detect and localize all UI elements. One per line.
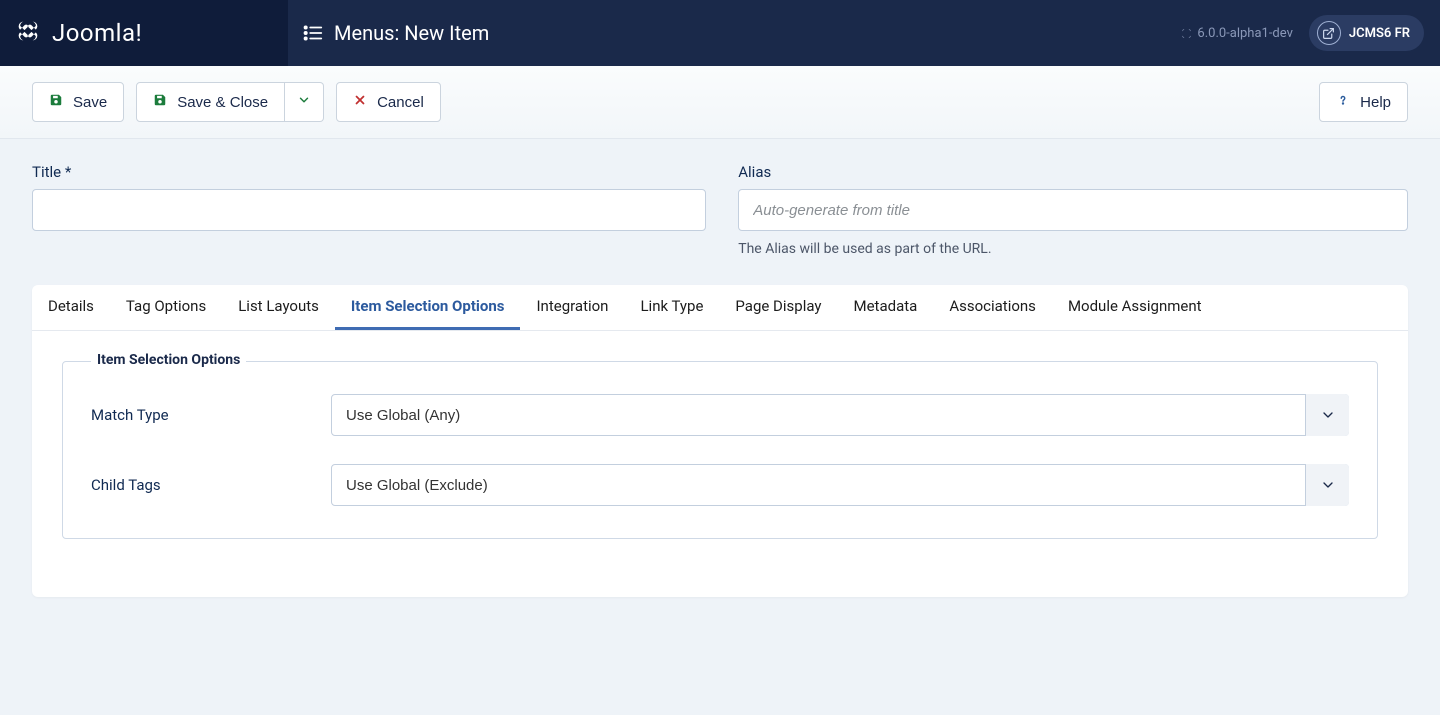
tab-item-selection-options[interactable]: Item Selection Options xyxy=(335,285,521,330)
top-header: Joomla! Menus: New Item 6.0.0-alpha1-dev… xyxy=(0,0,1440,66)
match-type-select[interactable] xyxy=(331,394,1349,436)
tab-list-layouts[interactable]: List Layouts xyxy=(222,285,335,330)
help-button-label: Help xyxy=(1360,94,1391,111)
tab-details[interactable]: Details xyxy=(32,285,110,330)
list-icon xyxy=(302,22,324,44)
close-icon xyxy=(353,93,367,111)
item-selection-options-fieldset: Item Selection Options Match Type Child … xyxy=(62,361,1378,539)
save-button[interactable]: Save xyxy=(32,82,124,122)
logo-text: Joomla! xyxy=(52,19,142,47)
title-label: Title * xyxy=(32,163,706,181)
save-close-group: Save & Close xyxy=(136,82,324,122)
joomla-logo-icon xyxy=(14,17,42,49)
save-icon xyxy=(153,93,167,111)
header-title-block: Menus: New Item xyxy=(288,0,1180,66)
alias-help-text: The Alias will be used as part of the UR… xyxy=(738,241,1408,257)
match-type-label: Match Type xyxy=(91,406,331,424)
save-close-dropdown-button[interactable] xyxy=(285,82,324,122)
alias-label: Alias xyxy=(738,163,1408,181)
child-tags-value[interactable] xyxy=(331,464,1349,506)
cancel-button-label: Cancel xyxy=(377,94,424,111)
tab-module-assignment[interactable]: Module Assignment xyxy=(1052,285,1218,330)
match-type-value[interactable] xyxy=(331,394,1349,436)
fieldset-legend: Item Selection Options xyxy=(91,352,246,368)
logo-block: Joomla! xyxy=(0,0,288,66)
child-tags-label: Child Tags xyxy=(91,476,331,494)
version-indicator[interactable]: 6.0.0-alpha1-dev xyxy=(1180,26,1292,41)
tab-associations[interactable]: Associations xyxy=(933,285,1052,330)
save-close-button-label: Save & Close xyxy=(177,94,268,111)
main-content: Title * Alias The Alias will be used as … xyxy=(0,139,1440,621)
alias-field-block: Alias The Alias will be used as part of … xyxy=(738,163,1408,257)
page-title: Menus: New Item xyxy=(334,21,489,45)
help-icon xyxy=(1336,93,1350,111)
tab-page-display[interactable]: Page Display xyxy=(719,285,837,330)
title-alias-row: Title * Alias The Alias will be used as … xyxy=(32,163,1408,257)
help-button[interactable]: Help xyxy=(1319,82,1408,122)
save-button-label: Save xyxy=(73,94,107,111)
alias-input[interactable] xyxy=(738,189,1408,231)
tab-bar: DetailsTag OptionsList LayoutsItem Selec… xyxy=(32,285,1408,331)
chevron-down-icon xyxy=(1305,394,1349,436)
site-badge[interactable]: JCMS6 FR xyxy=(1309,15,1424,51)
chevron-down-icon xyxy=(297,93,311,111)
header-right: 6.0.0-alpha1-dev JCMS6 FR xyxy=(1180,0,1440,66)
tab-tag-options[interactable]: Tag Options xyxy=(110,285,222,330)
site-badge-label: JCMS6 FR xyxy=(1349,26,1410,41)
title-field-block: Title * xyxy=(32,163,706,257)
chevron-down-icon xyxy=(1305,464,1349,506)
tab-link-type[interactable]: Link Type xyxy=(624,285,719,330)
external-link-icon xyxy=(1317,21,1341,45)
save-icon xyxy=(49,93,63,111)
save-close-button[interactable]: Save & Close xyxy=(136,82,285,122)
child-tags-row: Child Tags xyxy=(91,464,1349,506)
child-tags-select[interactable] xyxy=(331,464,1349,506)
cancel-button[interactable]: Cancel xyxy=(336,82,441,122)
title-input[interactable] xyxy=(32,189,706,231)
tab-integration[interactable]: Integration xyxy=(520,285,624,330)
action-toolbar: Save Save & Close Cancel Help xyxy=(0,66,1440,139)
match-type-row: Match Type xyxy=(91,394,1349,436)
tab-metadata[interactable]: Metadata xyxy=(838,285,934,330)
version-text: 6.0.0-alpha1-dev xyxy=(1197,26,1292,41)
tab-card: DetailsTag OptionsList LayoutsItem Selec… xyxy=(32,285,1408,597)
